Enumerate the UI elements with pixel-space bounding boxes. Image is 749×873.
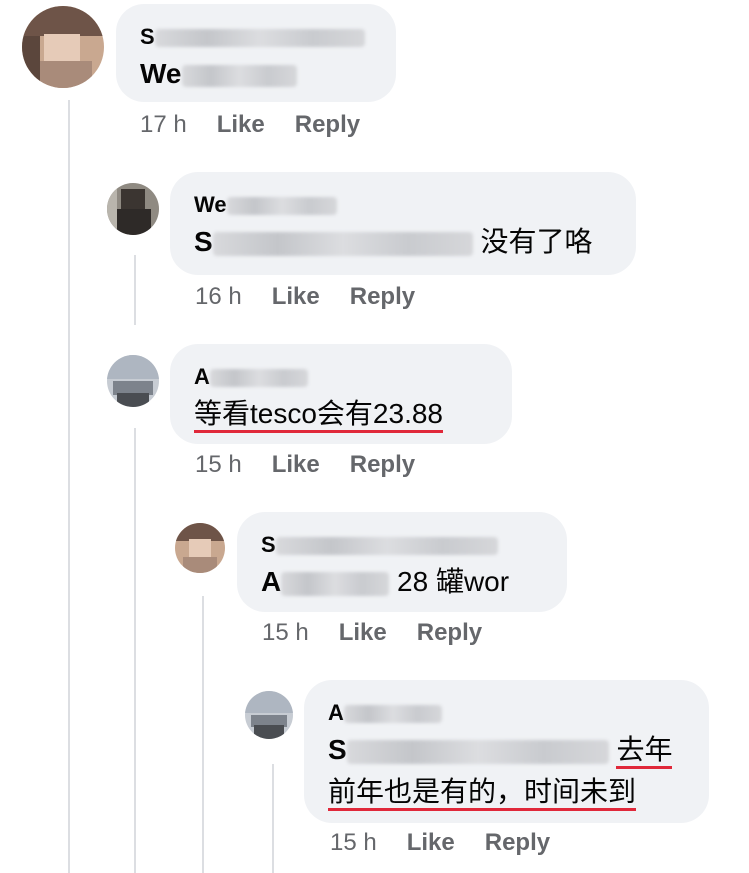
thread-line xyxy=(68,100,70,873)
comment-bubble: A S 去年 前年也是有的，时间未到 xyxy=(304,680,709,823)
comment-bubble: We S 没有了咯 xyxy=(170,172,636,275)
comment-text: S 去年 xyxy=(328,732,673,769)
like-button[interactable]: Like xyxy=(339,619,387,646)
thread-line xyxy=(272,764,274,873)
reply-button[interactable]: Reply xyxy=(417,619,482,646)
comment-author[interactable]: We xyxy=(194,192,337,218)
comment-author[interactable]: S xyxy=(140,24,365,50)
blurred-name xyxy=(343,705,442,724)
like-button[interactable]: Like xyxy=(407,829,455,856)
thread-line xyxy=(134,255,136,325)
blurred-name xyxy=(275,537,498,556)
blurred-name xyxy=(346,739,609,764)
mention-link[interactable]: S xyxy=(194,226,473,257)
reply-button[interactable]: Reply xyxy=(350,451,415,478)
blurred-name xyxy=(281,571,390,596)
comment-text: A 28 罐wor xyxy=(261,566,510,597)
blurred-name xyxy=(226,197,337,216)
underline-highlight: 去年 xyxy=(616,734,673,769)
comment-bubble: A 等看tesco会有23.88 xyxy=(170,344,512,444)
comment-author[interactable]: S xyxy=(261,532,498,558)
like-button[interactable]: Like xyxy=(272,283,320,310)
comment-text: 等看tesco会有23.88 xyxy=(194,396,443,433)
blurred-name xyxy=(209,369,308,388)
avatar[interactable] xyxy=(245,691,293,739)
comment-text: 前年也是有的，时间未到 xyxy=(328,774,637,811)
thread-line xyxy=(202,596,204,873)
comment-timestamp[interactable]: 17 h xyxy=(140,111,187,138)
like-button[interactable]: Like xyxy=(217,111,265,138)
underline-highlight: 等看tesco会有23.88 xyxy=(194,398,443,433)
underline-highlight: 前年也是有的，时间未到 xyxy=(328,776,637,811)
comment-author[interactable]: A xyxy=(194,364,308,390)
blurred-name xyxy=(181,64,297,87)
comment-timestamp[interactable]: 16 h xyxy=(195,283,242,310)
mention-link[interactable]: A xyxy=(261,566,390,597)
comment-text: S 没有了咯 xyxy=(194,226,593,257)
comment-actions: 16 h Like Reply xyxy=(195,283,415,311)
comment-actions: 15 h Like Reply xyxy=(195,451,415,479)
avatar[interactable] xyxy=(107,355,159,407)
blurred-name xyxy=(154,29,365,48)
comment-actions: 15 h Like Reply xyxy=(330,829,550,857)
comment-author[interactable]: A xyxy=(328,700,442,726)
comment-bubble: S We xyxy=(116,4,396,102)
comment-actions: 17 h Like Reply xyxy=(140,111,360,139)
avatar[interactable] xyxy=(107,183,159,235)
comment-timestamp[interactable]: 15 h xyxy=(330,829,377,856)
avatar[interactable] xyxy=(175,523,225,573)
reply-button[interactable]: Reply xyxy=(485,829,550,856)
comment-bubble: S A 28 罐wor xyxy=(237,512,567,612)
reply-button[interactable]: Reply xyxy=(295,111,360,138)
like-button[interactable]: Like xyxy=(272,451,320,478)
comment-timestamp[interactable]: 15 h xyxy=(195,451,242,478)
comment-text: We xyxy=(140,56,297,92)
avatar[interactable] xyxy=(22,6,104,88)
blurred-name xyxy=(212,231,473,256)
mention-link[interactable]: S xyxy=(328,734,609,765)
comment-timestamp[interactable]: 15 h xyxy=(262,619,309,646)
thread-line xyxy=(134,428,136,873)
reply-button[interactable]: Reply xyxy=(350,283,415,310)
comment-actions: 15 h Like Reply xyxy=(262,619,482,647)
